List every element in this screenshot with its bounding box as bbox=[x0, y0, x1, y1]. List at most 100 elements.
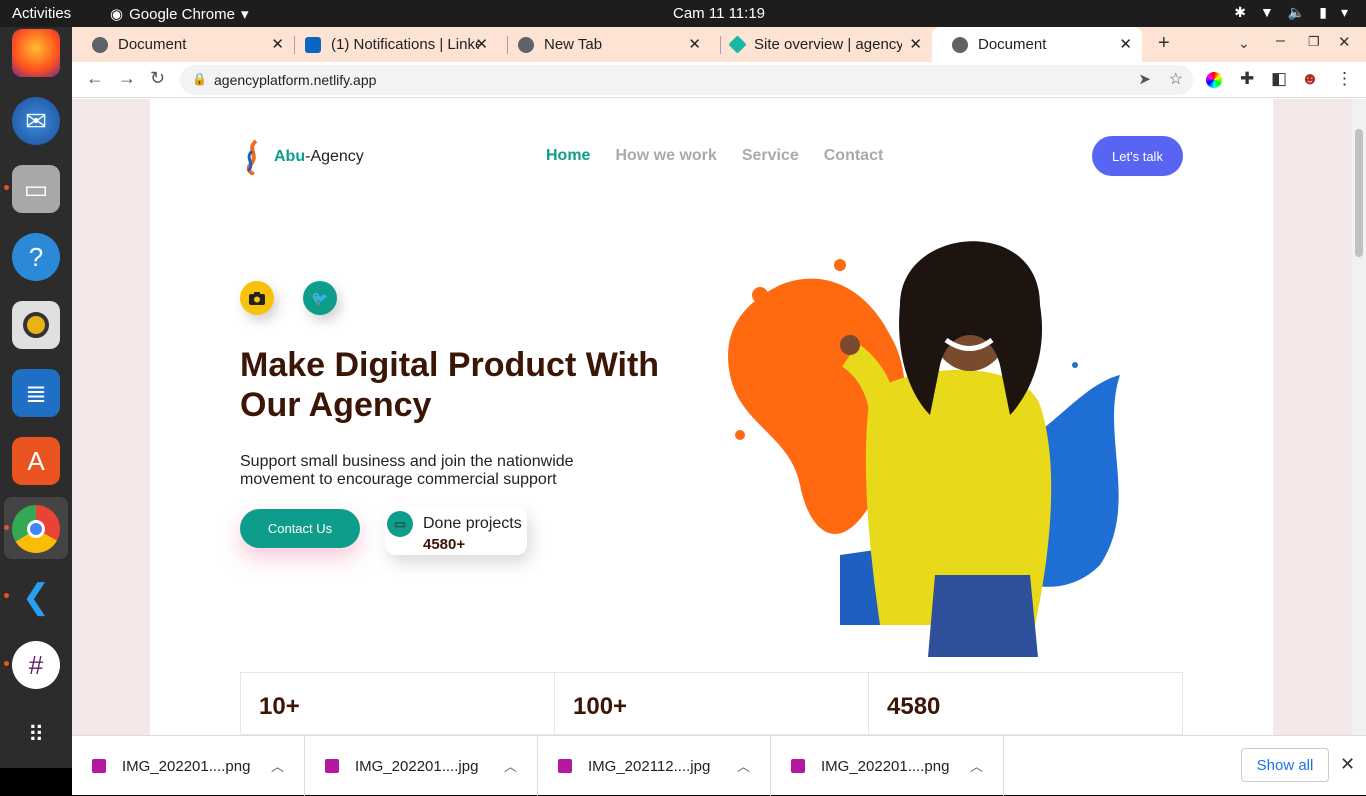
download-filename: IMG_202201....png bbox=[122, 757, 251, 775]
close-icon[interactable]: ✕ bbox=[475, 35, 488, 53]
lets-talk-button[interactable]: Let's talk bbox=[1092, 136, 1183, 176]
hero-title: Make Digital Product With Our Agency bbox=[240, 346, 660, 424]
activities-button[interactable]: Activities bbox=[12, 5, 71, 22]
tab-document-1[interactable]: Document ✕ bbox=[72, 27, 294, 62]
color-extension-icon[interactable] bbox=[1206, 72, 1222, 88]
downloads-bar: IMG_202201....png ︿ IMG_202201....jpg ︿ … bbox=[72, 735, 1366, 796]
show-apps-icon[interactable]: ⠿ bbox=[12, 711, 60, 759]
image-file-icon bbox=[92, 759, 106, 773]
chrome-icon bbox=[518, 36, 534, 53]
download-filename: IMG_202201....png bbox=[821, 757, 950, 775]
help-icon[interactable]: ? bbox=[12, 233, 60, 281]
site-logo[interactable]: Abu-Agency bbox=[242, 139, 364, 175]
chevron-up-icon[interactable]: ︿ bbox=[271, 756, 284, 775]
scrollbar-thumb[interactable] bbox=[1355, 129, 1363, 257]
forward-icon[interactable]: → bbox=[118, 68, 136, 89]
camera-icon[interactable] bbox=[240, 281, 274, 315]
nav-contact[interactable]: Contact bbox=[824, 147, 884, 165]
send-icon[interactable]: ➤ bbox=[1138, 70, 1151, 88]
tab-search-icon[interactable]: ⌄ bbox=[1238, 35, 1250, 52]
lock-icon[interactable]: 🔒 bbox=[192, 72, 207, 86]
twitter-icon[interactable]: 🐦 bbox=[303, 281, 337, 315]
firefox-icon[interactable] bbox=[12, 29, 60, 77]
hero-woman-image bbox=[728, 241, 1120, 657]
download-item[interactable]: IMG_202201....png ︿ bbox=[771, 736, 1004, 796]
download-item[interactable]: IMG_202201....jpg ︿ bbox=[305, 736, 538, 796]
dock: ✉ ▭ ? ≣ A ❮ # ⠿ bbox=[0, 27, 72, 768]
color-picker-icon[interactable]: ✱ bbox=[1234, 4, 1246, 21]
close-icon[interactable]: ✕ bbox=[909, 35, 922, 53]
tab-title: Site overview | agencyplatform bbox=[754, 36, 902, 53]
stat-done: 4580 bbox=[887, 693, 941, 720]
download-filename: IMG_202112....jpg bbox=[588, 757, 711, 775]
wifi-icon[interactable]: ▼ bbox=[1260, 4, 1274, 21]
bookmark-star-icon[interactable]: ☆ bbox=[1169, 69, 1183, 89]
minimize-icon[interactable]: ‒ bbox=[1276, 32, 1285, 50]
show-all-downloads-button[interactable]: Show all bbox=[1241, 748, 1329, 782]
done-projects-card: ▭ Done projects 4580+ bbox=[385, 507, 527, 555]
close-icon[interactable]: ✕ bbox=[688, 35, 701, 53]
thunderbird-icon[interactable]: ✉ bbox=[12, 97, 60, 145]
tab-site-overview[interactable]: Site overview | agencyplatform ✕ bbox=[711, 27, 932, 62]
running-indicator bbox=[4, 525, 9, 530]
page-scrollbar[interactable] bbox=[1352, 99, 1366, 735]
running-indicator bbox=[4, 185, 9, 190]
chevron-up-icon[interactable]: ︿ bbox=[970, 756, 983, 775]
tab-title: New Tab bbox=[544, 36, 603, 53]
nav-home[interactable]: Home bbox=[546, 147, 590, 165]
more-menu-icon[interactable]: ⋮ bbox=[1336, 69, 1353, 89]
vscode-icon[interactable]: ❮ bbox=[12, 573, 60, 621]
agency-logo-icon bbox=[246, 139, 258, 175]
browser-window: Document ✕ (1) Notifications | LinkedIn … bbox=[72, 27, 1366, 796]
laptop-icon: ▭ bbox=[387, 511, 413, 537]
side-panel-icon[interactable]: ◧ bbox=[1271, 69, 1287, 89]
close-icon[interactable]: ✕ bbox=[271, 35, 284, 53]
extensions-puzzle-icon[interactable]: ✚ bbox=[1240, 69, 1254, 89]
battery-icon[interactable]: ▮ bbox=[1319, 4, 1327, 21]
reload-icon[interactable]: ↻ bbox=[150, 68, 165, 89]
running-indicator bbox=[4, 593, 9, 598]
hero-subtitle: Support small business and join the nati… bbox=[240, 453, 574, 488]
main-nav: Home How we work Service Contact bbox=[546, 147, 883, 165]
rhythmbox-icon[interactable] bbox=[12, 301, 60, 349]
address-bar[interactable]: 🔒 agencyplatform.netlify.app ➤ ☆ bbox=[180, 65, 1193, 95]
software-center-icon[interactable]: A bbox=[12, 437, 60, 485]
chrome-dock-icon[interactable] bbox=[12, 505, 60, 553]
chevron-down-icon: ▾ bbox=[240, 6, 249, 23]
close-icon[interactable]: ✕ bbox=[1340, 754, 1355, 775]
browser-toolbar: ← → ↻ 🔒 agencyplatform.netlify.app ➤ ☆ ✚… bbox=[72, 62, 1366, 98]
app-menu[interactable]: ◉ Google Chrome ▾ bbox=[110, 5, 249, 24]
download-item[interactable]: IMG_202112....jpg ︿ bbox=[538, 736, 771, 796]
tab-linkedin[interactable]: (1) Notifications | LinkedIn ✕ bbox=[285, 27, 498, 62]
nav-service[interactable]: Service bbox=[742, 147, 799, 165]
back-icon[interactable]: ← bbox=[86, 68, 104, 89]
chevron-up-icon[interactable]: ︿ bbox=[504, 756, 517, 775]
system-top-bar: Activities ◉ Google Chrome ▾ Cam 11 11:1… bbox=[0, 0, 1366, 27]
slack-icon[interactable]: # bbox=[12, 641, 60, 689]
tab-strip: Document ✕ (1) Notifications | LinkedIn … bbox=[72, 27, 1366, 62]
app-name: Google Chrome bbox=[129, 5, 235, 23]
stat-projects: 100+ bbox=[555, 673, 869, 734]
chrome-icon: ◉ bbox=[110, 6, 124, 23]
writer-icon[interactable]: ≣ bbox=[12, 369, 60, 417]
close-icon[interactable]: ✕ bbox=[1119, 35, 1132, 53]
files-icon[interactable]: ▭ bbox=[12, 165, 60, 213]
restore-icon[interactable]: ❐ bbox=[1308, 34, 1320, 50]
stats-row: 10+ 100+ 4580 bbox=[240, 672, 1183, 735]
tab-document-active[interactable]: Document ✕ bbox=[932, 27, 1142, 62]
new-tab-icon[interactable]: + bbox=[1158, 32, 1170, 55]
tab-title: Document bbox=[978, 36, 1047, 53]
clock[interactable]: Cam 11 11:19 bbox=[673, 5, 765, 22]
nav-how-we-work[interactable]: How we work bbox=[615, 147, 716, 165]
power-menu-icon[interactable]: ▾ bbox=[1341, 4, 1348, 21]
image-file-icon bbox=[791, 759, 805, 773]
profile-avatar[interactable]: ☻ bbox=[1301, 69, 1319, 89]
chevron-up-icon[interactable]: ︿ bbox=[737, 756, 750, 775]
contact-us-button[interactable]: Contact Us bbox=[240, 509, 360, 548]
volume-icon[interactable]: 🔈 bbox=[1288, 4, 1305, 21]
close-window-icon[interactable]: ✕ bbox=[1338, 33, 1351, 51]
system-tray[interactable]: ✱ ▼ 🔈 ▮ ▾ bbox=[1234, 4, 1348, 21]
tab-new-tab[interactable]: New Tab ✕ bbox=[498, 27, 711, 62]
stat-clients: 10+ bbox=[241, 673, 555, 734]
download-item[interactable]: IMG_202201....png ︿ bbox=[72, 736, 305, 796]
